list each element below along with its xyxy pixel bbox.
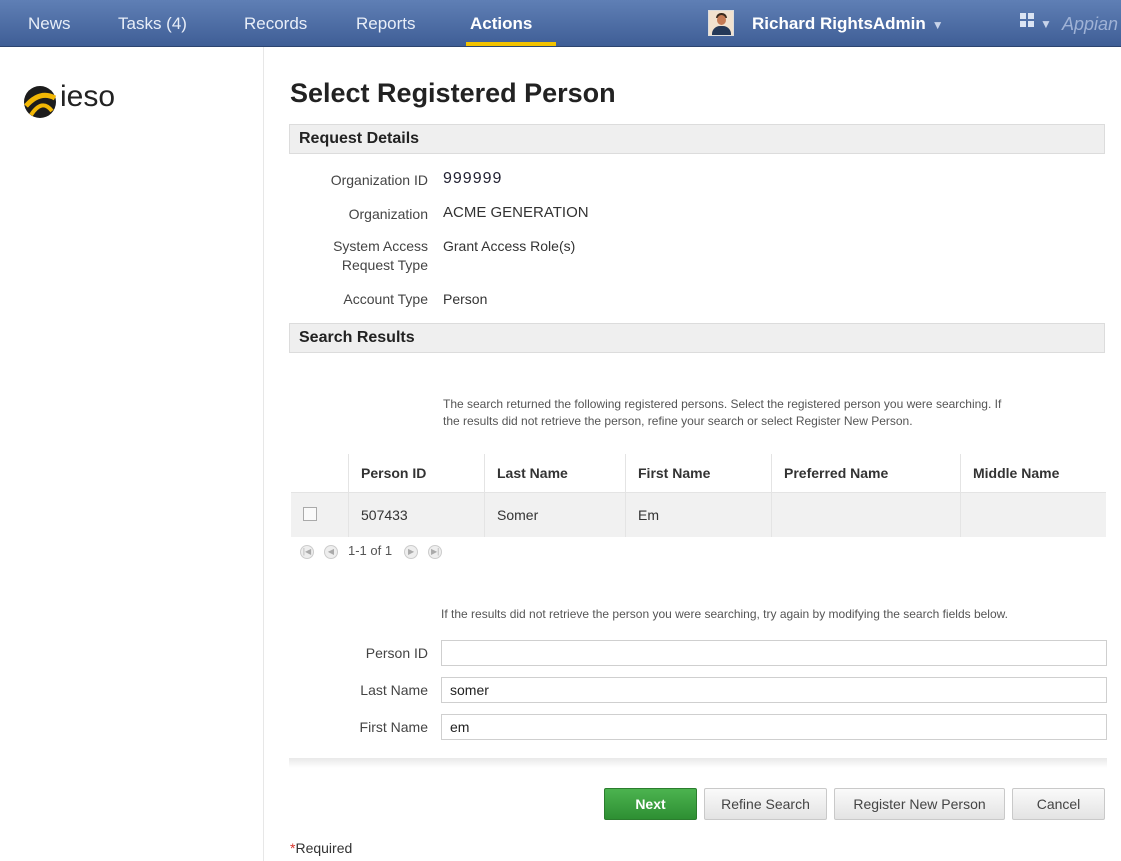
person-id-label: Person ID	[365, 645, 428, 661]
intro-line-1: The search returned the following regist…	[443, 397, 1002, 411]
results-table: Person ID Last Name First Name Preferred…	[291, 454, 1106, 537]
last-name-field[interactable]	[441, 677, 1107, 703]
system-access-label-line2: Request Type	[341, 257, 428, 273]
cell-preferred-name	[771, 492, 961, 537]
pagination: |◀ ◀ 1-1 of 1 ▶ ▶|	[300, 543, 452, 559]
column-header-preferred-name[interactable]: Preferred Name	[771, 454, 961, 493]
cell-last-name: Somer	[484, 492, 626, 537]
refine-hint: If the results did not retrieve the pers…	[441, 607, 1008, 621]
cell-person-id: 507433	[348, 492, 485, 537]
nav-reports[interactable]: Reports	[356, 0, 416, 46]
first-page-icon[interactable]: |◀	[300, 544, 314, 559]
previous-page-icon[interactable]: ◀	[324, 544, 338, 559]
row-select-cell	[291, 492, 349, 537]
cell-first-name: Em	[625, 492, 772, 537]
chevron-down-icon[interactable]: ▼	[1040, 0, 1052, 48]
next-button[interactable]: Next	[604, 788, 697, 820]
last-name-label: Last Name	[360, 682, 428, 698]
search-results-intro: The search returned the following regist…	[443, 396, 1108, 430]
account-type-label: Account Type	[343, 291, 428, 307]
apps-grid-icon[interactable]	[1020, 13, 1034, 27]
brand-logo: Appian	[1062, 14, 1119, 34]
nav-news[interactable]: News	[28, 0, 71, 46]
register-new-person-button[interactable]: Register New Person	[834, 788, 1005, 820]
org-label: Organization	[348, 206, 428, 222]
ieso-logo-icon	[24, 86, 57, 118]
next-page-icon[interactable]: ▶	[404, 544, 419, 559]
account-type-value: Person	[443, 291, 488, 307]
column-header-first-name[interactable]: First Name	[625, 454, 772, 493]
org-id-label: Organization ID	[330, 172, 428, 188]
section-request-details: Request Details	[289, 124, 1105, 154]
cell-middle-name	[960, 492, 1106, 537]
required-note: *Required	[290, 840, 352, 856]
system-access-label-line1: System Access	[333, 238, 428, 254]
cancel-button[interactable]: Cancel	[1012, 788, 1105, 820]
nav-tasks[interactable]: Tasks (4)	[118, 0, 187, 46]
chevron-down-icon: ▼	[931, 18, 944, 32]
first-name-label: First Name	[359, 719, 428, 735]
divider	[289, 758, 1107, 768]
page-count: 1-1 of 1	[348, 543, 393, 558]
top-navigation-bar: News Tasks (4) Records Reports Actions R…	[0, 0, 1121, 47]
column-header-last-name[interactable]: Last Name	[484, 454, 626, 493]
nav-records[interactable]: Records	[244, 0, 307, 46]
row-checkbox[interactable]	[303, 506, 317, 521]
table-row[interactable]: 507433 Somer Em	[291, 492, 1106, 537]
sidebar	[0, 47, 264, 861]
section-search-results: Search Results	[289, 323, 1105, 353]
org-id-value: 999999	[443, 170, 503, 187]
system-access-value: Grant Access Role(s)	[443, 238, 576, 254]
refine-search-button[interactable]: Refine Search	[704, 788, 827, 820]
required-text: Required	[295, 840, 353, 856]
page-title: Select Registered Person	[290, 78, 616, 108]
column-header-middle-name[interactable]: Middle Name	[960, 454, 1106, 493]
column-header-select	[291, 454, 349, 493]
nav-actions[interactable]: Actions	[470, 0, 532, 46]
active-tab-indicator	[466, 42, 556, 46]
last-page-icon[interactable]: ▶|	[428, 544, 443, 559]
column-header-person-id[interactable]: Person ID	[348, 454, 485, 493]
user-name: Richard RightsAdmin	[752, 14, 926, 33]
person-id-field[interactable]	[441, 640, 1107, 666]
logo-text: ieso	[60, 80, 116, 113]
first-name-field[interactable]	[441, 714, 1107, 740]
intro-line-2: the results did not retrieve the person,…	[443, 414, 913, 428]
org-value: ACME GENERATION	[443, 204, 589, 221]
user-menu[interactable]: Richard RightsAdmin ▼	[752, 0, 944, 49]
avatar[interactable]	[708, 10, 734, 36]
table-header-row: Person ID Last Name First Name Preferred…	[291, 454, 1106, 493]
